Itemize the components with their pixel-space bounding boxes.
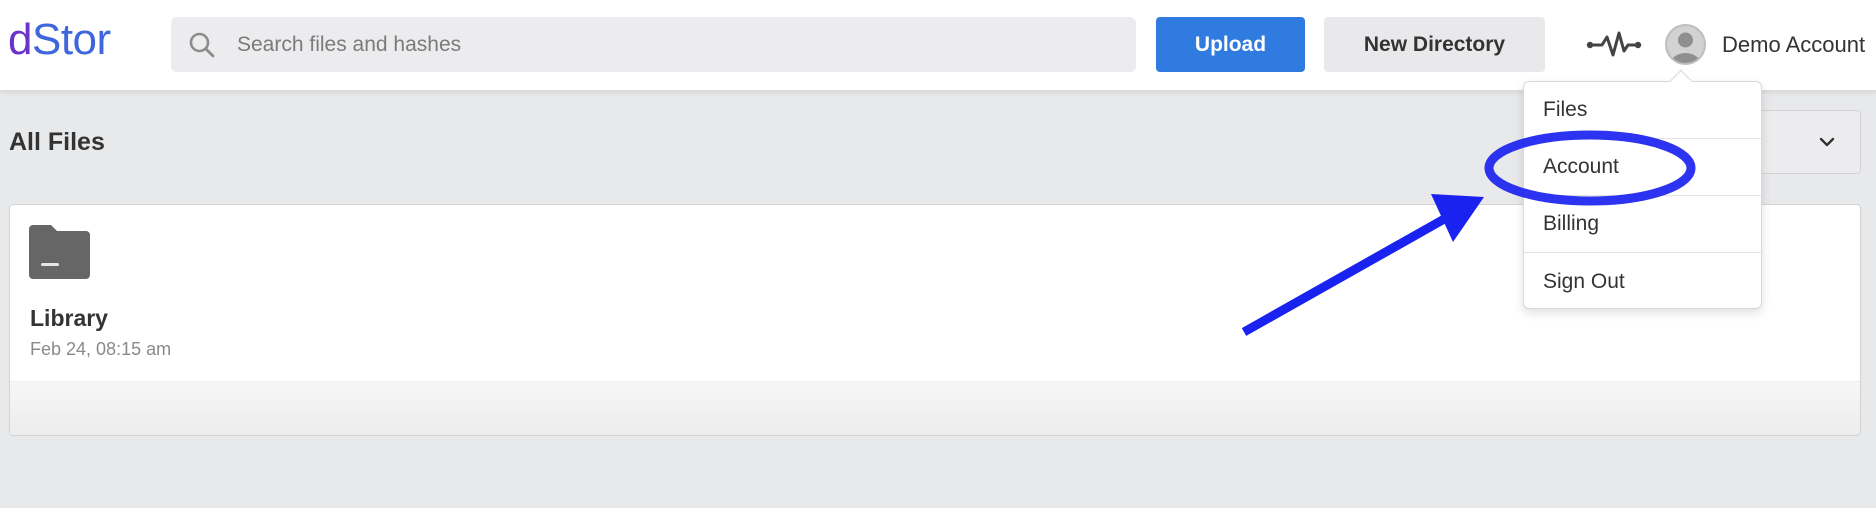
chevron-down-icon: [1819, 137, 1835, 147]
search-bar: [171, 17, 1136, 72]
file-date: Feb 24, 08:15 am: [30, 339, 172, 359]
folder-icon: [29, 225, 90, 279]
avatar[interactable]: [1665, 24, 1706, 65]
menu-item-account[interactable]: Account: [1524, 139, 1761, 196]
dstor-logo[interactable]: dStor: [8, 18, 111, 62]
menu-item-sign-out[interactable]: Sign Out: [1524, 253, 1761, 310]
activity-icon[interactable]: [1586, 30, 1642, 60]
account-dropdown-menu: Files Account Billing Sign Out: [1523, 69, 1762, 310]
file-name[interactable]: Library: [30, 305, 108, 332]
upload-button[interactable]: Upload: [1156, 17, 1305, 72]
search-icon: [189, 32, 215, 58]
top-header: dStor Upload New Directory Demo Account: [0, 0, 1876, 91]
logo-text-d: d: [8, 15, 32, 64]
new-directory-button[interactable]: New Directory: [1324, 17, 1545, 72]
menu-item-files[interactable]: Files: [1524, 82, 1761, 139]
avatar-icon: [1670, 32, 1701, 63]
menu-item-billing[interactable]: Billing: [1524, 196, 1761, 253]
page-title: All Files: [9, 128, 105, 156]
sort-dropdown[interactable]: [1760, 110, 1861, 174]
search-input[interactable]: [237, 17, 1117, 72]
card-footer: [10, 381, 1860, 435]
logo-text-stor: Stor: [31, 15, 111, 64]
account-name[interactable]: Demo Account: [1722, 32, 1865, 58]
